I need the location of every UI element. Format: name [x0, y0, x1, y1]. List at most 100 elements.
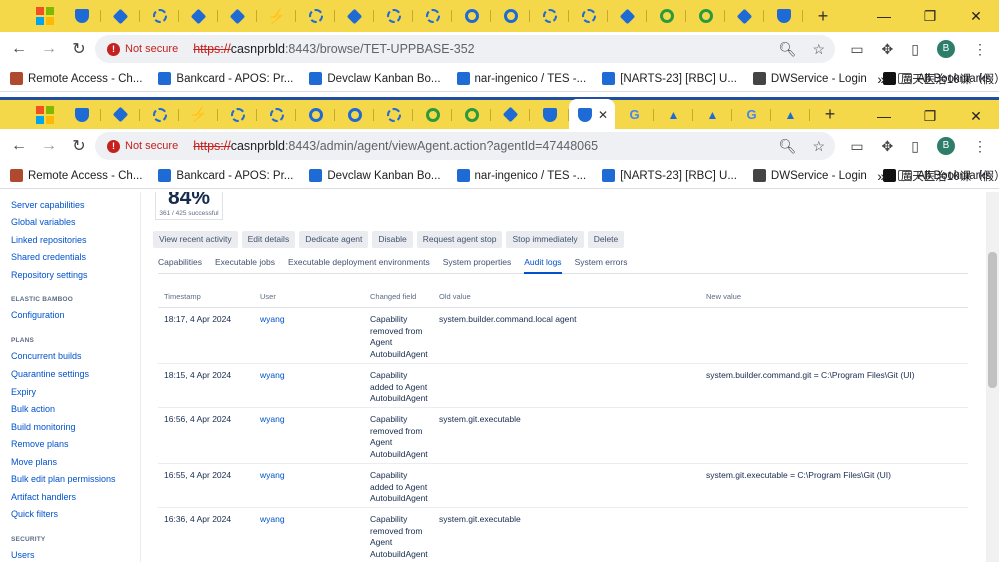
menu-icon[interactable]: ⋮ [973, 41, 987, 58]
browser-tab[interactable] [140, 99, 179, 131]
sidebar-link[interactable]: Bulk edit plan permissions [11, 474, 116, 484]
bookmark-item[interactable]: Remote Access - Ch... [10, 169, 142, 182]
browser-tab[interactable] [413, 0, 452, 32]
browser-tab[interactable] [725, 0, 764, 32]
sidebar-link[interactable]: Expiry [11, 387, 36, 397]
sidebar-link[interactable]: Server capabilities [11, 200, 85, 210]
browser-tab[interactable] [179, 0, 218, 32]
browser-tab[interactable] [296, 99, 335, 131]
sidebar-link[interactable]: Repository settings [11, 270, 88, 280]
scrollbar-thumb[interactable] [988, 252, 997, 388]
browser-tab[interactable] [764, 0, 803, 32]
new-tab-button[interactable]: + [816, 104, 844, 125]
all-bookmarks-button[interactable]: All Bookmarks [897, 170, 991, 182]
browser-tab[interactable] [569, 0, 608, 32]
cell-user-link[interactable]: wyang [260, 314, 285, 326]
browser-tab[interactable] [374, 0, 413, 32]
zoom-icon[interactable]: 🔍︎ [779, 41, 797, 58]
menu-icon[interactable]: ⋮ [973, 138, 987, 155]
cell-user-link[interactable]: wyang [260, 370, 285, 382]
minimize-button[interactable]: — [861, 100, 907, 132]
sidebar-link[interactable]: Concurrent builds [11, 351, 82, 361]
address-bar[interactable]: ! Not secure https://casnprbld:8443/admi… [95, 132, 835, 160]
browser-tab[interactable] [530, 0, 569, 32]
bookmark-item[interactable]: [NARTS-23] [RBC] U... [602, 72, 737, 85]
sidebar-link[interactable]: Quick filters [11, 509, 58, 519]
browser-tab[interactable] [101, 0, 140, 32]
browser-tab[interactable] [296, 0, 335, 32]
browser-tab[interactable] [62, 99, 101, 131]
browser-tab[interactable]: ⚡ [257, 0, 296, 32]
bookmark-item[interactable]: DWService - Login [752, 169, 867, 182]
browser-tab[interactable] [140, 0, 179, 32]
sidepanel-icon[interactable]: ▯ [911, 41, 919, 58]
browser-tab[interactable] [257, 99, 296, 131]
profile-avatar[interactable]: B [937, 137, 955, 155]
forward-button[interactable]: → [34, 137, 64, 155]
reload-button[interactable]: ↻ [64, 136, 94, 156]
extensions-icon[interactable]: ✥ [882, 138, 894, 155]
bookmark-item[interactable]: DWService - Login [752, 72, 867, 85]
browser-tab[interactable] [491, 0, 530, 32]
page-scrollbar[interactable] [986, 192, 999, 562]
sidebar-link[interactable]: Build monitoring [11, 422, 76, 432]
browser-tab[interactable] [491, 99, 530, 131]
not-secure-badge[interactable]: ! Not secure [101, 39, 187, 59]
agent-action-button[interactable]: Stop immediately [506, 231, 584, 248]
sidebar-link[interactable]: Artifact handlers [11, 492, 76, 502]
browser-tab[interactable] [62, 0, 101, 32]
agent-action-button[interactable]: Request agent stop [416, 231, 503, 248]
agent-action-button[interactable]: View recent activity [153, 231, 238, 248]
close-window-button[interactable]: ✕ [953, 0, 999, 32]
zoom-icon[interactable]: 🔍︎ [779, 138, 797, 155]
restore-button[interactable]: ❐ [907, 100, 953, 132]
bookmark-item[interactable]: [NARTS-23] [RBC] U... [602, 169, 737, 182]
sidepanel-icon[interactable]: ▯ [911, 138, 919, 155]
url-text[interactable]: https://casnprbld:8443/browse/TET-UPPBAS… [193, 42, 474, 56]
agent-action-button[interactable]: Disable [372, 231, 413, 248]
sidebar-link[interactable]: Move plans [11, 457, 57, 467]
agent-subtab[interactable]: Executable jobs [215, 257, 275, 274]
bookmark-item[interactable]: nar-ingenico / TES -... [456, 72, 586, 85]
back-button[interactable]: ← [4, 40, 34, 58]
sidebar-link[interactable]: Global variables [11, 217, 76, 227]
browser-tab[interactable]: ▲ [771, 99, 810, 131]
bookmark-item[interactable]: Remote Access - Ch... [10, 72, 142, 85]
agent-subtab[interactable]: Executable deployment environments [288, 257, 430, 274]
browser-tab[interactable] [218, 0, 257, 32]
reload-button[interactable]: ↻ [64, 39, 94, 59]
bookmark-star-icon[interactable]: ☆ [812, 41, 825, 58]
bookmark-item[interactable]: Devclaw Kanban Bo... [309, 169, 441, 182]
browser-tab[interactable] [530, 99, 569, 131]
bookmark-item[interactable]: Bankcard - APOS: Pr... [158, 72, 293, 85]
browser-tab[interactable] [686, 0, 725, 32]
close-window-button[interactable]: ✕ [953, 100, 999, 132]
browser-tab[interactable] [335, 0, 374, 32]
all-bookmarks-button[interactable]: All Bookmarks [897, 73, 991, 85]
agent-action-button[interactable]: Dedicate agent [299, 231, 369, 248]
browser-tab[interactable] [218, 99, 257, 131]
cast-icon[interactable]: ▭ [850, 41, 863, 58]
sidebar-link[interactable]: Remove plans [11, 439, 69, 449]
sidebar-link[interactable]: Users [11, 550, 35, 560]
bookmark-item[interactable]: Bankcard - APOS: Pr... [158, 169, 293, 182]
bookmark-star-icon[interactable]: ☆ [812, 138, 825, 155]
browser-tab[interactable] [452, 0, 491, 32]
browser-tab[interactable] [413, 99, 452, 131]
agent-subtab[interactable]: System errors [575, 257, 628, 274]
browser-tab[interactable]: ▲ [654, 99, 693, 131]
forward-button[interactable]: → [34, 40, 64, 58]
cast-icon[interactable]: ▭ [850, 138, 863, 155]
agent-action-button[interactable]: Delete [587, 231, 625, 248]
browser-tab[interactable]: ▲ [693, 99, 732, 131]
extensions-icon[interactable]: ✥ [882, 41, 894, 58]
profile-avatar[interactable]: B [937, 40, 955, 58]
sidebar-link[interactable]: Configuration [11, 310, 65, 320]
sidebar-link[interactable]: Bulk action [11, 404, 55, 414]
browser-tab[interactable] [608, 0, 647, 32]
browser-tab[interactable]: G [615, 99, 654, 131]
address-bar[interactable]: ! Not secure https://casnprbld:8443/brow… [95, 35, 835, 63]
close-tab-icon[interactable]: ✕ [598, 108, 608, 122]
sidebar-link[interactable]: Linked repositories [11, 235, 87, 245]
bookmark-item[interactable]: Devclaw Kanban Bo... [309, 72, 441, 85]
